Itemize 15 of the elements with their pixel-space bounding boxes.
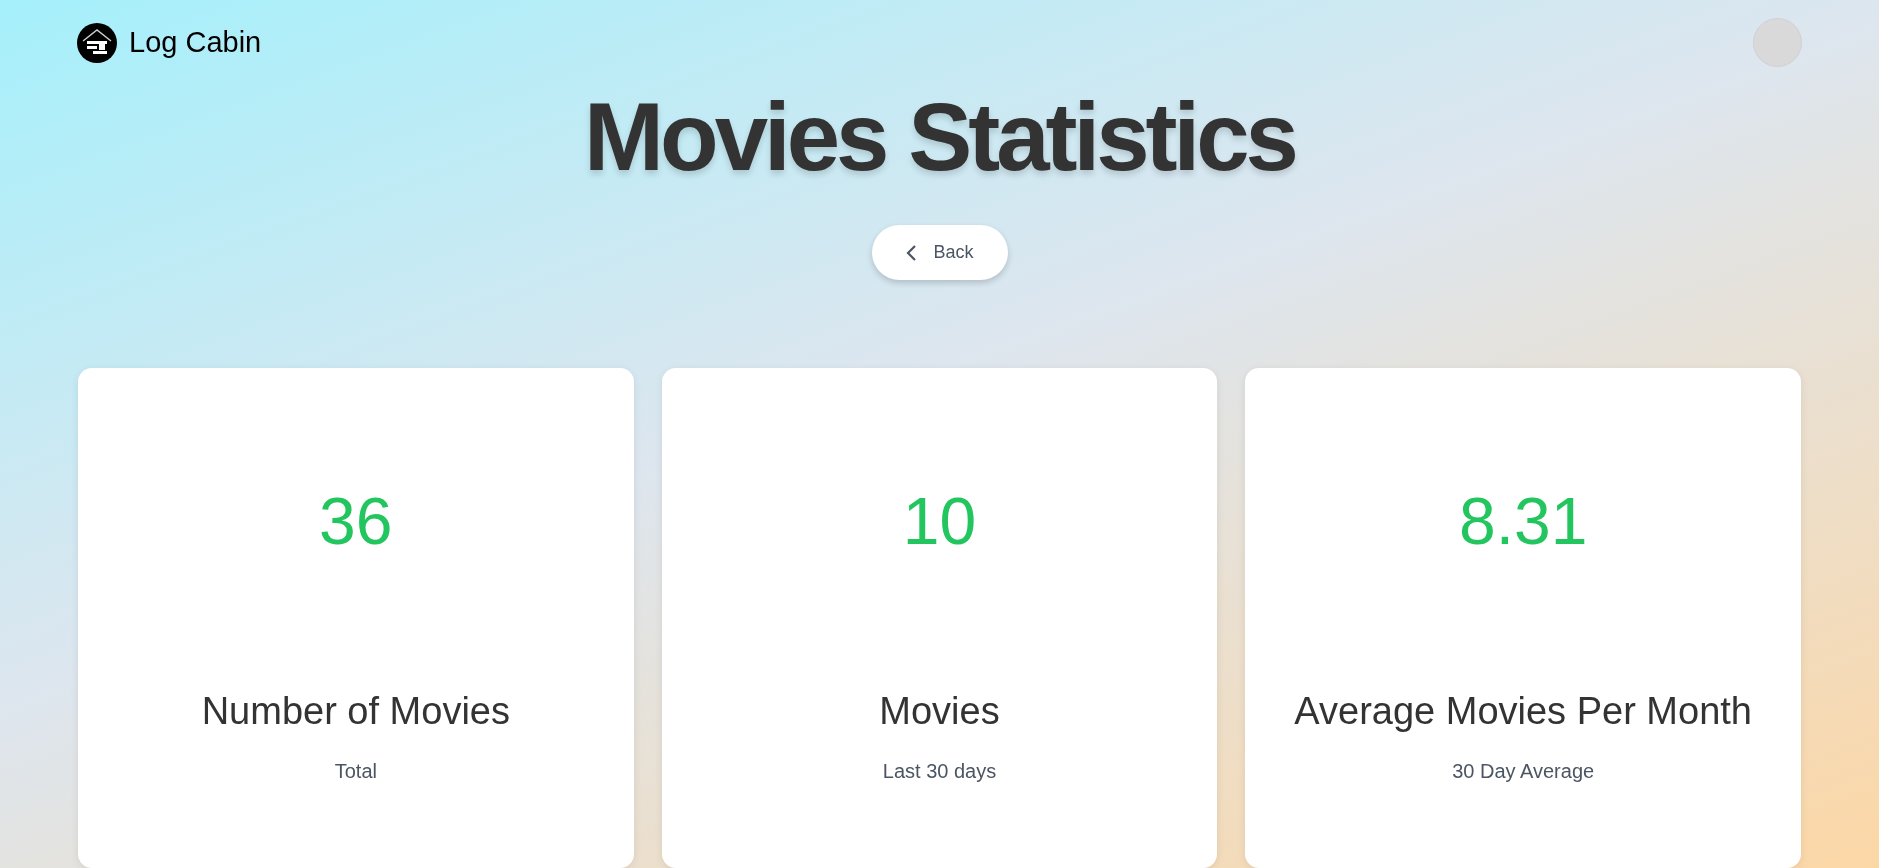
stat-label: Average Movies Per Month [1294, 692, 1752, 730]
cabin-logo-icon [77, 22, 117, 63]
stat-caption: 30 Day Average [1452, 759, 1595, 784]
stat-value: 36 [319, 488, 393, 554]
page-title: Movies Statistics [583, 89, 1296, 185]
stat-label: Number of Movies [201, 692, 510, 730]
back-button[interactable]: Back [871, 225, 1008, 280]
stat-value: 10 [902, 488, 977, 554]
stat-caption: Total [334, 759, 377, 784]
avatar[interactable] [1753, 18, 1802, 67]
stat-caption: Last 30 days [882, 759, 997, 784]
chevron-left-icon [905, 243, 918, 262]
stat-value: 8.31 [1458, 488, 1588, 554]
brand-name[interactable]: Log Cabin [129, 20, 262, 65]
stat-label: Movies [879, 692, 1000, 730]
